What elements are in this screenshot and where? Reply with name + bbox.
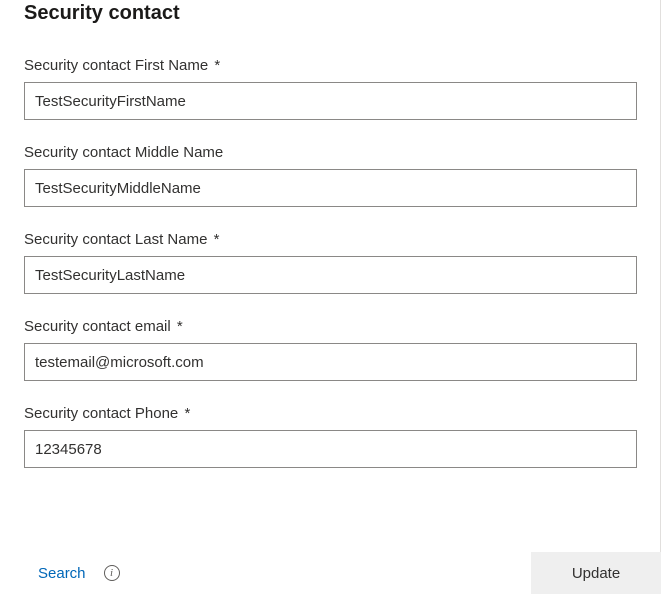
search-link[interactable]: Search xyxy=(38,565,86,582)
input-phone[interactable] xyxy=(24,430,637,468)
input-middle-name[interactable] xyxy=(24,169,637,207)
required-indicator: * xyxy=(177,318,183,335)
label-email-text: Security contact email xyxy=(24,318,171,335)
input-first-name[interactable] xyxy=(24,82,637,120)
bottom-action-bar: Search i Update xyxy=(0,552,661,594)
security-contact-form: Security contact Security contact First … xyxy=(0,0,661,468)
label-first-name: Security contact First Name * xyxy=(24,57,637,74)
label-last-name-text: Security contact Last Name xyxy=(24,231,207,248)
update-button[interactable]: Update xyxy=(531,552,661,594)
left-actions: Search i xyxy=(38,565,120,582)
field-group-middle-name: Security contact Middle Name xyxy=(24,144,637,207)
field-group-phone: Security contact Phone * xyxy=(24,405,637,468)
label-phone: Security contact Phone * xyxy=(24,405,637,422)
input-last-name[interactable] xyxy=(24,256,637,294)
field-group-first-name: Security contact First Name * xyxy=(24,57,637,120)
label-first-name-text: Security contact First Name xyxy=(24,57,208,74)
info-icon[interactable]: i xyxy=(104,565,120,581)
required-indicator: * xyxy=(184,405,190,422)
field-group-email: Security contact email * xyxy=(24,318,637,381)
label-last-name: Security contact Last Name * xyxy=(24,231,637,248)
label-middle-name: Security contact Middle Name xyxy=(24,144,637,161)
field-group-last-name: Security contact Last Name * xyxy=(24,231,637,294)
required-indicator: * xyxy=(214,57,220,74)
section-heading: Security contact xyxy=(24,0,637,25)
required-indicator: * xyxy=(214,231,220,248)
label-phone-text: Security contact Phone xyxy=(24,405,178,422)
label-email: Security contact email * xyxy=(24,318,637,335)
input-email[interactable] xyxy=(24,343,637,381)
label-middle-name-text: Security contact Middle Name xyxy=(24,144,223,161)
